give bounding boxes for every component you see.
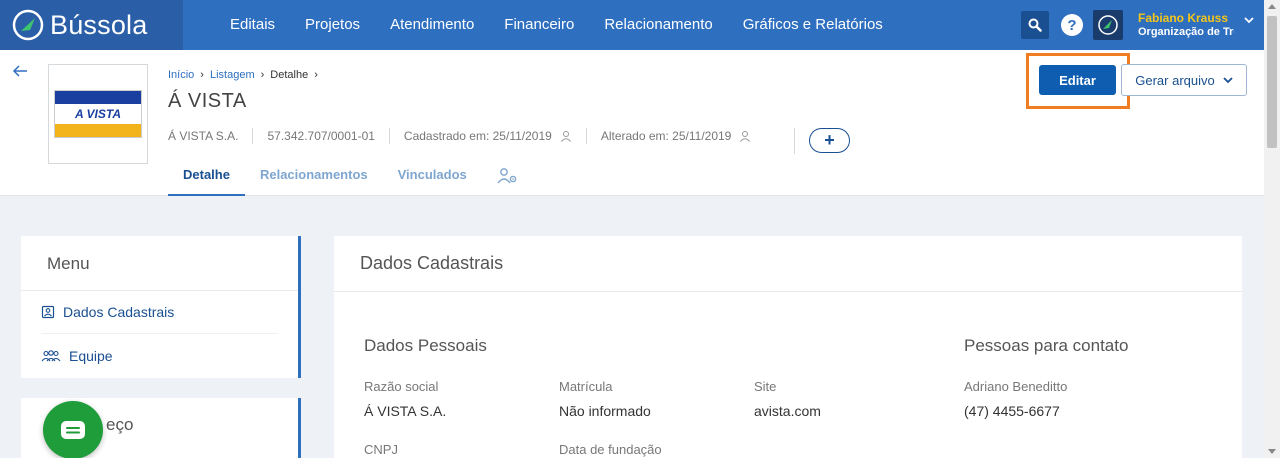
top-navbar: Bússola Editais Projetos Atendimento Fin… bbox=[0, 0, 1264, 50]
user-organization: Organização de Tre bbox=[1138, 26, 1234, 38]
compass-avatar-icon bbox=[1098, 15, 1118, 35]
menu-item-dados-cadastrais[interactable]: Dados Cadastrais bbox=[41, 291, 278, 334]
updated-date: Alterado em: 25/11/2019 bbox=[600, 129, 732, 143]
nav-financeiro[interactable]: Financeiro bbox=[489, 0, 589, 50]
help-icon[interactable]: ? bbox=[1061, 14, 1083, 36]
company-logo-text: A VISTA bbox=[55, 104, 141, 124]
chevron-down-icon[interactable] bbox=[1244, 16, 1254, 24]
nav-projetos[interactable]: Projetos bbox=[290, 0, 375, 50]
app-name: Bússola bbox=[50, 9, 148, 40]
page-title: Á VISTA bbox=[168, 90, 247, 112]
company-meta: Á VISTA S.A. 57.342.707/0001-01 Cadastra… bbox=[168, 128, 751, 144]
app-logo[interactable]: Bússola bbox=[0, 0, 183, 50]
scroll-up-arrow-icon[interactable] bbox=[1268, 4, 1276, 9]
cnpj-label: CNPJ bbox=[364, 442, 398, 457]
scroll-thumb[interactable] bbox=[1267, 16, 1277, 148]
matricula-label: Matrícula bbox=[559, 379, 613, 394]
contact-name: Adriano Beneditto bbox=[964, 379, 1068, 394]
scroll-down-arrow-icon[interactable] bbox=[1268, 449, 1276, 454]
menu-item-label: Dados Cadastrais bbox=[63, 304, 175, 320]
menu-item-label: Equipe bbox=[69, 347, 113, 364]
breadcrumb-list[interactable]: Listagem bbox=[210, 69, 255, 81]
breadcrumb-current: Detalhe bbox=[270, 69, 309, 81]
avatar[interactable] bbox=[1093, 10, 1123, 40]
user-menu[interactable]: Fabiano Krauss Organização de Tre bbox=[1138, 11, 1234, 39]
user-icon[interactable] bbox=[739, 130, 751, 142]
company-cnpj: 57.342.707/0001-01 bbox=[267, 129, 375, 143]
detail-header: A VISTA Início › Listagem › Detalhe › Á … bbox=[0, 50, 1264, 196]
created-date: Cadastrado em: 25/11/2019 bbox=[403, 129, 552, 143]
menu-item-equipe[interactable]: Equipe bbox=[41, 334, 278, 377]
menu-title: Menu bbox=[21, 236, 298, 291]
generate-file-label: Gerar arquivo bbox=[1135, 72, 1215, 88]
nav-relacionamento[interactable]: Relacionamento bbox=[589, 0, 727, 50]
user-icon[interactable] bbox=[560, 130, 572, 142]
tab-relacionamentos[interactable]: Relacionamentos bbox=[245, 160, 383, 196]
user-name: Fabiano Krauss bbox=[1138, 11, 1229, 25]
site-value[interactable]: avista.com bbox=[754, 403, 821, 419]
search-button[interactable] bbox=[1021, 11, 1049, 39]
edit-button[interactable]: Editar bbox=[1039, 65, 1116, 95]
tab-users-settings[interactable] bbox=[482, 160, 534, 196]
tab-vinculados[interactable]: Vinculados bbox=[383, 160, 482, 196]
add-button[interactable]: + bbox=[809, 128, 850, 153]
razao-social-label: Razão social bbox=[364, 379, 439, 394]
company-logo: A VISTA bbox=[48, 64, 148, 164]
page-scrollbar[interactable] bbox=[1264, 0, 1280, 458]
site-label: Site bbox=[754, 379, 777, 394]
chevron-down-icon bbox=[1223, 77, 1233, 84]
tab-detalhe[interactable]: Detalhe bbox=[168, 160, 245, 196]
dados-cadastrais-card: Dados Cadastrais Dados Pessoais Pessoas … bbox=[334, 236, 1242, 458]
nav-editais[interactable]: Editais bbox=[215, 0, 290, 50]
section-heading: Dados Cadastrais bbox=[334, 236, 1242, 292]
search-icon bbox=[1028, 18, 1042, 32]
side-menu: Menu Dados Cadastrais Equipe bbox=[21, 236, 301, 378]
dados-pessoais-title: Dados Pessoais bbox=[364, 336, 487, 355]
team-icon bbox=[41, 349, 61, 361]
data-fundacao-label: Data de fundação bbox=[559, 442, 662, 457]
nav-graficos-relatorios[interactable]: Gráficos e Relatórios bbox=[728, 0, 898, 50]
detail-tabs: Detalhe Relacionamentos Vinculados bbox=[168, 160, 534, 196]
razao-social-value: Á VISTA S.A. bbox=[364, 403, 447, 419]
breadcrumb-home[interactable]: Início bbox=[168, 69, 194, 81]
users-gear-icon bbox=[497, 168, 517, 184]
id-card-icon bbox=[41, 305, 55, 319]
generate-file-button[interactable]: Gerar arquivo bbox=[1121, 64, 1247, 96]
nav-atendimento[interactable]: Atendimento bbox=[375, 0, 489, 50]
breadcrumb: Início › Listagem › Detalhe › bbox=[168, 69, 318, 81]
compass-icon bbox=[12, 9, 44, 41]
contact-phone: (47) 4455-6677 bbox=[964, 403, 1060, 419]
back-arrow-icon[interactable] bbox=[12, 64, 28, 78]
contacts-title: Pessoas para contato bbox=[964, 336, 1129, 355]
company-name: Á VISTA S.A. bbox=[168, 129, 239, 143]
matricula-value: Não informado bbox=[559, 403, 651, 419]
chat-icon bbox=[61, 421, 85, 439]
chat-button[interactable] bbox=[43, 401, 103, 458]
